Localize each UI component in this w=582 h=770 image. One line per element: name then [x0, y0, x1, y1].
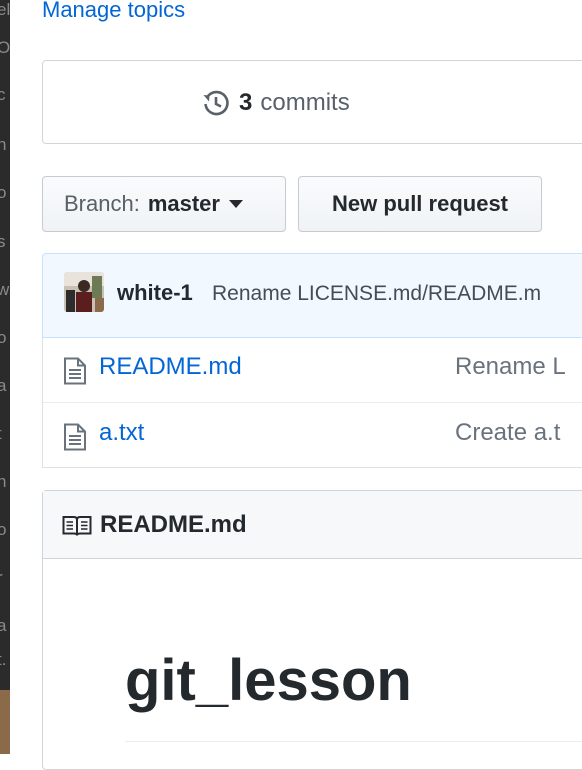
commits-label: commits — [260, 89, 350, 116]
commits-link[interactable]: 3 commits — [201, 88, 350, 118]
background-window-text: a — [0, 376, 7, 395]
file-commit-message[interactable]: Rename L — [455, 353, 566, 381]
background-window-text: s — [0, 232, 6, 251]
file-icon — [64, 423, 86, 451]
avatar[interactable] — [64, 272, 104, 312]
background-window-text: t — [0, 424, 10, 444]
background-window-text: o — [0, 328, 7, 347]
branch-prefix: Branch: — [64, 191, 140, 216]
latest-commit-bar: white-1 Rename LICENSE.md/README.m — [42, 253, 582, 338]
heading-divider — [125, 741, 582, 742]
commit-author[interactable]: white-1 — [117, 280, 193, 306]
background-window-text: h — [0, 472, 7, 491]
repo-summary-bar: 3 commits — [42, 60, 582, 144]
background-window-text: h — [0, 135, 7, 154]
background-window-text: O — [0, 38, 10, 57]
background-window-text: c — [0, 85, 6, 104]
background-window-text: w — [0, 280, 10, 299]
commits-count: 3 — [239, 89, 253, 116]
history-icon — [203, 90, 229, 116]
file-name-link[interactable]: README.md — [99, 353, 242, 381]
background-window-edge: el O c h o s w o a t h o r a t. — [0, 0, 10, 754]
branch-name: master — [147, 191, 220, 216]
background-window-text: t. — [0, 650, 7, 669]
new-pull-request-button[interactable]: New pull request — [298, 176, 542, 232]
commit-message[interactable]: Rename LICENSE.md/README.m — [212, 282, 541, 306]
caret-down-icon — [228, 200, 243, 208]
readme-panel: README.md git_lesson — [42, 490, 582, 770]
background-window-text: r — [0, 568, 10, 588]
branch-select-button[interactable]: Branch: master — [42, 176, 286, 232]
background-window-text: a — [0, 616, 7, 635]
readme-heading: git_lesson — [125, 648, 412, 713]
file-commit-message[interactable]: Create a.t — [455, 419, 560, 447]
background-window-text: el — [0, 0, 10, 19]
background-window-text: o — [0, 520, 7, 539]
file-list: README.md Rename L a.txt Create a.t — [42, 337, 582, 468]
book-icon — [62, 516, 92, 536]
file-icon — [64, 357, 86, 385]
file-row[interactable]: README.md Rename L — [43, 337, 582, 403]
readme-header: README.md — [43, 491, 582, 559]
file-name-link[interactable]: a.txt — [99, 419, 144, 447]
readme-title: README.md — [100, 511, 247, 538]
background-window-text: o — [0, 183, 7, 202]
file-row[interactable]: a.txt Create a.t — [43, 403, 582, 469]
manage-topics-link[interactable]: Manage topics — [42, 0, 185, 23]
background-window-thumbnail — [0, 690, 10, 754]
